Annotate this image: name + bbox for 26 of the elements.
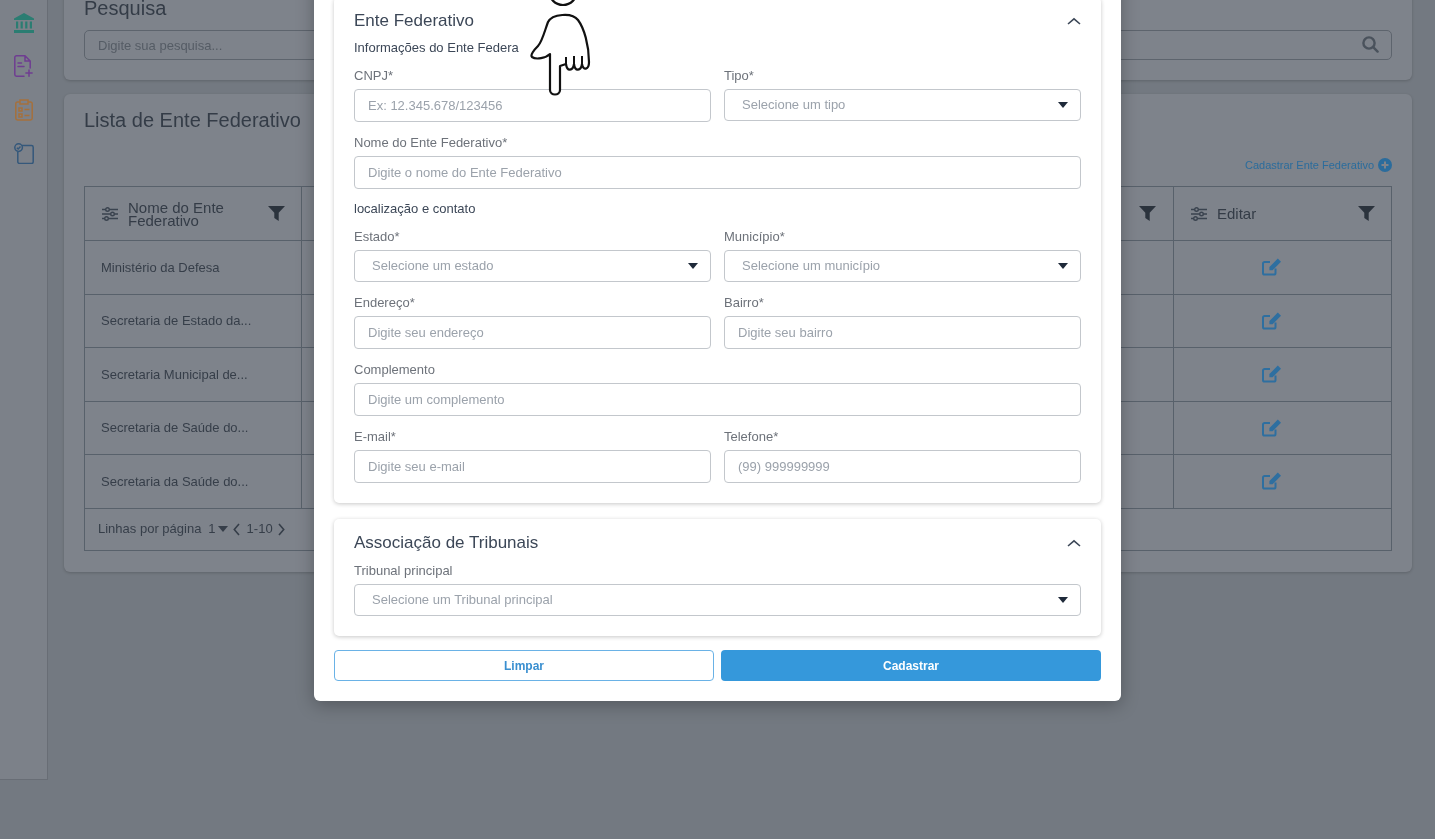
field-label: Complemento bbox=[354, 361, 435, 379]
field-label: Estado* bbox=[354, 228, 400, 246]
table-cell-text: Ministério da Defesa bbox=[101, 258, 220, 277]
column-header: Nome do Ente Federativo bbox=[128, 200, 225, 227]
field-label: CNPJ* bbox=[354, 67, 393, 85]
page-range: 1-10 bbox=[246, 520, 273, 539]
field-label: E-mail* bbox=[354, 428, 396, 446]
field-label: Tribunal principal bbox=[354, 562, 453, 580]
section-title: Ente Federativo bbox=[354, 10, 474, 32]
table-cell-text: Secretaria Municipal de... bbox=[101, 365, 248, 384]
field-label: Tipo* bbox=[724, 67, 754, 85]
column-header: Editar bbox=[1217, 207, 1257, 220]
section-subtitle: localização e contato bbox=[354, 200, 476, 218]
table-cell-text: Secretaria de Saúde do... bbox=[101, 419, 249, 437]
table-cell-text: Secretaria de Estado da... bbox=[101, 312, 252, 330]
panel-title: Pesquisa bbox=[84, 0, 167, 20]
field-label: Município* bbox=[724, 228, 785, 246]
section-subtitle: Informações do Ente Federa bbox=[354, 39, 519, 57]
panel-title: Lista de Ente Federativo bbox=[84, 108, 301, 133]
field-label: Bairro* bbox=[724, 294, 764, 312]
field-label: Telefone* bbox=[724, 428, 779, 446]
section-title: Associação de Tribunais bbox=[354, 532, 539, 554]
table-cell-text: Secretaria da Saúde do... bbox=[101, 472, 249, 491]
rows-per-page-label: Linhas por página bbox=[98, 520, 202, 539]
field-label: Endereço* bbox=[354, 294, 415, 312]
field-label: Nome do Ente Federativo* bbox=[354, 134, 508, 152]
